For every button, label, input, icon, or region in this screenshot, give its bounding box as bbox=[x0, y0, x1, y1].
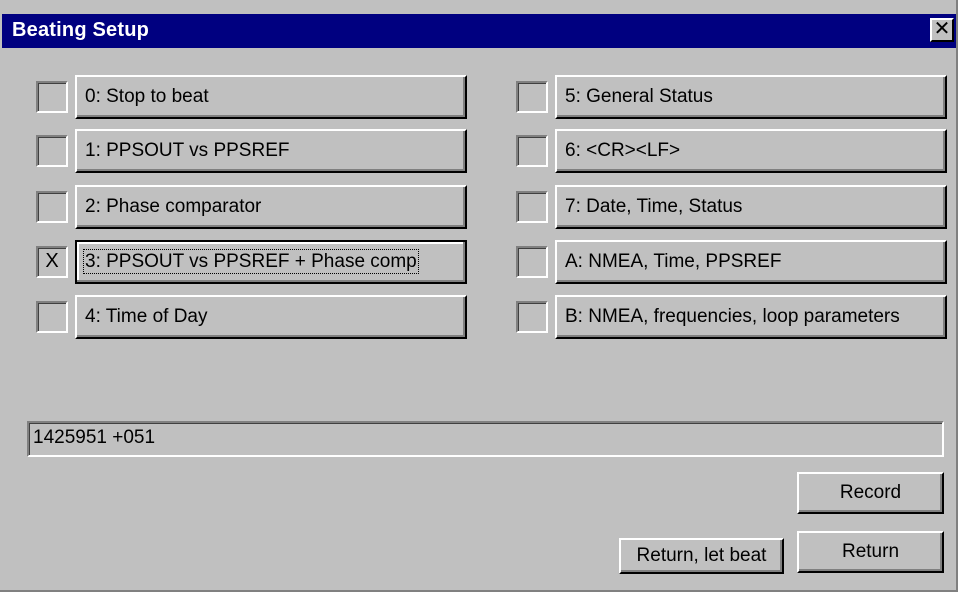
option-a-label: A: NMEA, Time, PPSREF bbox=[565, 251, 782, 272]
title-bar: Beating Setup ✕ bbox=[2, 14, 956, 48]
option-6-button[interactable]: 6: <CR><LF> bbox=[555, 129, 947, 173]
return-let-beat-button[interactable]: Return, let beat bbox=[619, 538, 784, 574]
option-a-button[interactable]: A: NMEA, Time, PPSREF bbox=[555, 240, 947, 284]
record-button[interactable]: Record bbox=[797, 472, 944, 514]
option-b-button[interactable]: B: NMEA, frequencies, loop parameters bbox=[555, 295, 947, 339]
option-5-checkbox[interactable] bbox=[516, 81, 548, 113]
dialog-title: Beating Setup bbox=[12, 19, 150, 41]
option-0-checkbox[interactable] bbox=[36, 81, 68, 113]
option-4-checkbox[interactable] bbox=[36, 301, 68, 333]
option-b-label: B: NMEA, frequencies, loop parameters bbox=[565, 306, 900, 327]
option-4-button[interactable]: 4: Time of Day bbox=[75, 295, 467, 339]
beat-output-field[interactable]: 1425951 +051 bbox=[27, 421, 944, 457]
option-6-label: 6: <CR><LF> bbox=[565, 140, 681, 161]
option-2-button[interactable]: 2: Phase comparator bbox=[75, 185, 467, 229]
option-1-button[interactable]: 1: PPSOUT vs PPSREF bbox=[75, 129, 467, 173]
close-icon: ✕ bbox=[933, 18, 951, 40]
option-5-button[interactable]: 5: General Status bbox=[555, 75, 947, 119]
option-3-checkbox[interactable]: X bbox=[36, 246, 68, 278]
option-2-checkbox[interactable] bbox=[36, 191, 68, 223]
option-7-checkbox[interactable] bbox=[516, 191, 548, 223]
option-3-label: 3: PPSOUT vs PPSREF + Phase comp bbox=[83, 249, 419, 274]
option-b-checkbox[interactable] bbox=[516, 301, 548, 333]
option-5-label: 5: General Status bbox=[565, 86, 713, 107]
option-7-label: 7: Date, Time, Status bbox=[565, 196, 743, 217]
option-4-label: 4: Time of Day bbox=[85, 306, 208, 327]
option-1-checkbox[interactable] bbox=[36, 135, 68, 167]
close-button[interactable]: ✕ bbox=[930, 18, 954, 42]
beating-setup-dialog: Beating Setup ✕ 0: Stop to beat 1: PPSOU… bbox=[0, 0, 958, 592]
option-7-button[interactable]: 7: Date, Time, Status bbox=[555, 185, 947, 229]
return-button[interactable]: Return bbox=[797, 531, 944, 573]
option-2-label: 2: Phase comparator bbox=[85, 196, 262, 217]
option-0-button[interactable]: 0: Stop to beat bbox=[75, 75, 467, 119]
option-1-label: 1: PPSOUT vs PPSREF bbox=[85, 140, 290, 161]
option-3-button[interactable]: 3: PPSOUT vs PPSREF + Phase comp bbox=[75, 240, 467, 284]
option-0-label: 0: Stop to beat bbox=[85, 86, 209, 107]
option-a-checkbox[interactable] bbox=[516, 246, 548, 278]
option-6-checkbox[interactable] bbox=[516, 135, 548, 167]
